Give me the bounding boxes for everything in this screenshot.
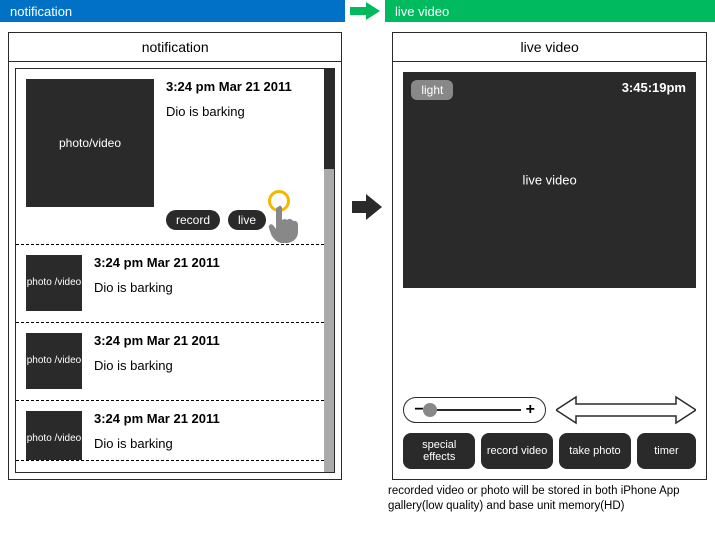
notification-message: Dio is barking <box>94 280 324 295</box>
notification-time: 3:24 pm Mar 21 2011 <box>94 255 324 270</box>
notification-item: photo /video 3:24 pm Mar 21 2011 Dio is … <box>16 323 334 401</box>
notification-panel-title: notification <box>9 33 341 62</box>
live-button[interactable]: live <box>228 210 266 230</box>
notification-thumbnail[interactable]: photo /video <box>26 333 82 389</box>
arrow-right-icon <box>352 192 382 222</box>
notification-item: photo/video 3:24 pm Mar 21 2011 Dio is b… <box>16 69 334 245</box>
notification-message: Dio is barking <box>94 358 324 373</box>
live-video-label: live video <box>523 173 577 188</box>
notification-time: 3:24 pm Mar 21 2011 <box>166 79 324 94</box>
header-notification: notification <box>0 0 345 22</box>
footnote-text: recorded video or photo will be stored i… <box>388 484 708 514</box>
notification-panel: notification photo/video 3:24 pm Mar 21 … <box>8 32 342 480</box>
zoom-slider[interactable]: − + <box>403 397 546 423</box>
timer-button[interactable]: timer <box>637 433 696 469</box>
arrow-right-icon <box>345 0 385 22</box>
notification-time: 3:24 pm Mar 21 2011 <box>94 411 324 426</box>
live-video-clock: 3:45:19pm <box>622 80 686 95</box>
notification-item: photo /video 3:24 pm Mar 21 2011 Dio is … <box>16 245 334 323</box>
take-photo-button[interactable]: take photo <box>559 433 631 469</box>
live-video-viewport: light 3:45:19pm live video <box>403 72 696 288</box>
minus-icon: − <box>414 401 423 419</box>
notification-message: Dio is barking <box>166 104 324 119</box>
pan-arrows[interactable] <box>556 395 696 425</box>
plus-icon: + <box>526 401 535 419</box>
notification-time: 3:24 pm Mar 21 2011 <box>94 333 324 348</box>
header-live-video: live video <box>385 0 715 22</box>
scrollbar-thumb[interactable] <box>324 69 334 169</box>
special-effects-button[interactable]: special effects <box>403 433 475 469</box>
record-video-button[interactable]: record video <box>481 433 553 469</box>
notification-item: photo /video 3:24 pm Mar 21 2011 Dio is … <box>16 401 334 461</box>
live-video-panel: live video light 3:45:19pm live video − … <box>392 32 707 480</box>
light-button[interactable]: light <box>411 80 453 100</box>
record-button[interactable]: record <box>166 210 220 230</box>
notification-message: Dio is barking <box>94 436 324 451</box>
scrollbar[interactable] <box>324 69 334 472</box>
notification-thumbnail[interactable]: photo/video <box>26 79 154 207</box>
notification-thumbnail[interactable]: photo /video <box>26 411 82 461</box>
zoom-knob[interactable] <box>423 403 437 417</box>
notification-list: photo/video 3:24 pm Mar 21 2011 Dio is b… <box>15 68 335 473</box>
notification-thumbnail[interactable]: photo /video <box>26 255 82 311</box>
live-video-panel-title: live video <box>393 33 706 62</box>
